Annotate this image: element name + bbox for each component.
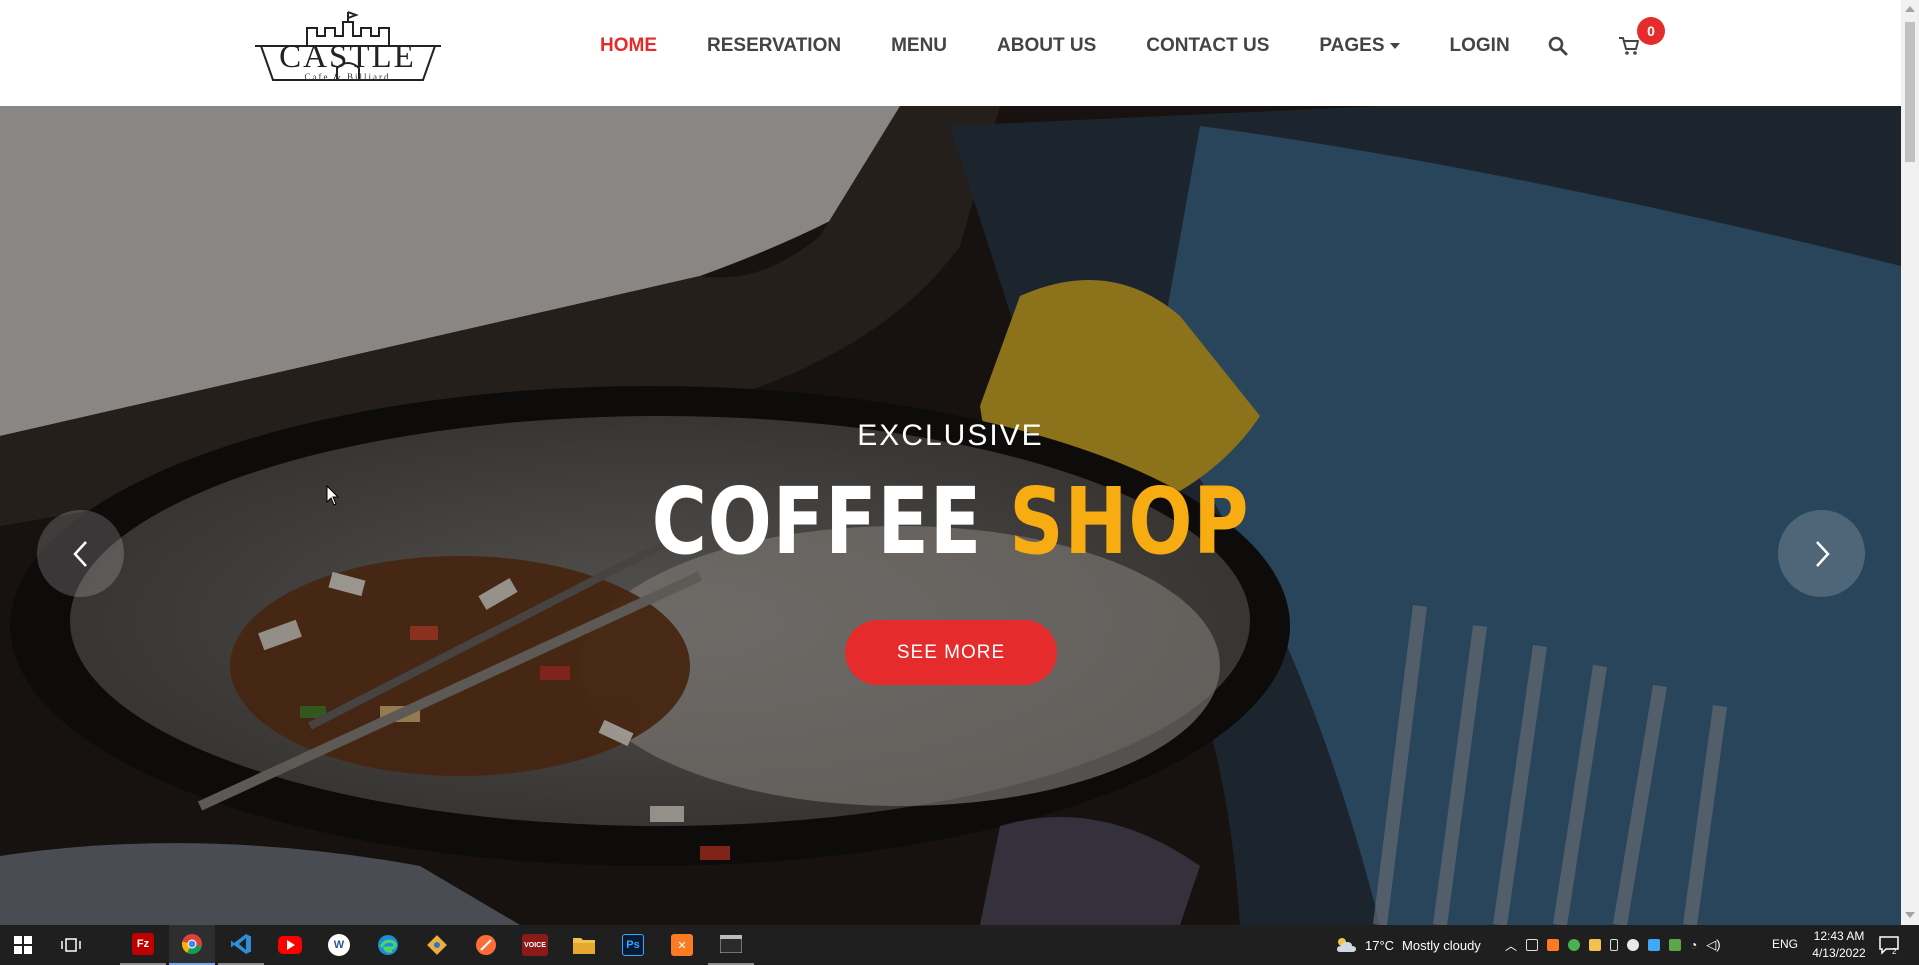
windows-taskbar: Fz W VOICE Ps ✕ 17°C Mostly cloudy ︿ ◔ ◁…: [0, 925, 1919, 965]
nav-reservation-label: RESERVATION: [707, 35, 842, 56]
vscode-icon: [231, 934, 251, 954]
cloudy-weather-icon: [1337, 938, 1356, 952]
clock-date: 4/13/2022: [1812, 946, 1866, 960]
taskbar-voicemeeter[interactable]: VOICE: [512, 925, 558, 965]
main-nav: HOME RESERVATION MENU ABOUT US CONTACT U…: [600, 30, 1560, 62]
taskbar-filezilla[interactable]: Fz: [120, 925, 166, 965]
scroll-down-arrow-icon[interactable]: [1905, 912, 1915, 918]
see-more-button[interactable]: SEE MORE: [845, 620, 1057, 685]
hero-carousel: EXCLUSIVE COFFEE SHOP SEE MORE: [0, 106, 1901, 925]
nav-contact-us[interactable]: CONTACT US: [1146, 35, 1269, 57]
tray-defender-icon[interactable]: [1648, 939, 1661, 951]
nav-contact-us-label: CONTACT US: [1146, 35, 1270, 56]
scrollbar-thumb[interactable]: [1905, 22, 1915, 162]
wifi-icon[interactable]: ◔: [1690, 938, 1697, 952]
start-icon: [14, 936, 32, 954]
tray-sync-icon[interactable]: [1568, 939, 1581, 951]
tray-nvidia-icon[interactable]: [1669, 939, 1682, 951]
logo-title: CASTLE: [279, 38, 416, 75]
tray-usb-icon[interactable]: [1610, 939, 1619, 951]
taskbar-postman[interactable]: [463, 925, 509, 965]
nav-login-label: LOGIN: [1449, 35, 1510, 56]
taskbar-clock[interactable]: 12:43 AM 4/13/2022: [1806, 928, 1872, 962]
scroll-up-arrow-icon[interactable]: [1905, 6, 1915, 12]
taskbar-git[interactable]: [414, 925, 460, 965]
page-scrollbar[interactable]: [1901, 0, 1919, 925]
site-header: CASTLE Cafe & Billiard HOME RESERVATION …: [0, 0, 1901, 106]
tray-app-icon[interactable]: [1526, 939, 1539, 951]
show-hidden-icons-chevron-icon[interactable]: ︿: [1505, 937, 1517, 954]
carousel-prev-button[interactable]: [37, 510, 124, 597]
postman-icon: [476, 935, 496, 955]
chrome-icon: [182, 934, 202, 954]
voicemeeter-icon: VOICE: [522, 934, 548, 956]
nav-pages-label: PAGES: [1319, 35, 1385, 56]
taskbar-vscode[interactable]: [218, 925, 264, 965]
notification-center-button[interactable]: 2: [1878, 934, 1900, 959]
cart-button[interactable]: [1618, 36, 1640, 61]
tray-xampp-icon[interactable]: [1547, 939, 1560, 951]
nav-about-us[interactable]: ABOUT US: [997, 35, 1096, 57]
chevron-left-icon: [72, 540, 87, 567]
nav-menu-label: MENU: [891, 35, 948, 56]
terminal-icon: [720, 935, 742, 953]
nav-pages-dropdown[interactable]: PAGES: [1319, 35, 1400, 57]
taskbar-youtube[interactable]: [267, 925, 313, 965]
input-language[interactable]: ENG: [1772, 937, 1798, 951]
taskbar-file-explorer[interactable]: [561, 925, 607, 965]
taskbar-xampp[interactable]: ✕: [659, 925, 705, 965]
caret-down-icon: [1389, 43, 1400, 49]
weather-desc: Mostly cloudy: [1402, 937, 1481, 953]
search-icon: [1548, 36, 1568, 56]
taskbar-edge[interactable]: [365, 925, 411, 965]
task-view-button[interactable]: [48, 925, 94, 965]
clock-time: 12:43 AM: [1813, 929, 1865, 943]
chevron-right-icon: [1815, 540, 1830, 567]
nav-about-us-label: ABOUT US: [997, 35, 1097, 56]
nav-menu[interactable]: MENU: [891, 35, 947, 57]
hero-title-primary: COFFEE: [651, 468, 983, 575]
volume-icon[interactable]: ◁): [1706, 937, 1720, 953]
carousel-next-button[interactable]: [1778, 510, 1865, 597]
edge-icon: [378, 935, 398, 955]
task-view-icon: [61, 938, 81, 952]
start-button[interactable]: [0, 925, 46, 965]
xampp-icon: ✕: [671, 934, 693, 956]
notification-icon: 2: [1879, 936, 1899, 956]
cart-count-badge: 0: [1637, 17, 1665, 45]
photoshop-icon: Ps: [622, 934, 644, 956]
taskbar-terminal[interactable]: [708, 925, 754, 965]
mouse-cursor-icon: [326, 485, 340, 506]
youtube-icon: [278, 936, 302, 954]
search-button[interactable]: [1548, 36, 1568, 61]
hero-title: COFFEE SHOP: [171, 476, 1730, 568]
taskbar-chrome[interactable]: [169, 925, 215, 965]
logo-subtitle: Cafe & Billiard: [304, 71, 391, 82]
tray-chrome-icon[interactable]: [1627, 939, 1640, 951]
nav-home-label: HOME: [600, 35, 657, 56]
hero-eyebrow: EXCLUSIVE: [857, 419, 1044, 452]
weather-widget[interactable]: 17°C Mostly cloudy: [1335, 925, 1481, 965]
system-tray: ︿ ◔ ◁): [1505, 925, 1721, 965]
taskbar-word[interactable]: W: [316, 925, 362, 965]
nav-reservation[interactable]: RESERVATION: [707, 35, 841, 57]
file-explorer-icon: [573, 938, 595, 954]
hero-title-accent: SHOP: [1009, 468, 1250, 575]
filezilla-icon: Fz: [132, 933, 154, 955]
taskbar-photoshop[interactable]: Ps: [610, 925, 656, 965]
cart-icon: [1619, 37, 1639, 55]
tray-alert-icon[interactable]: [1589, 939, 1602, 951]
git-icon: [427, 935, 447, 955]
nav-home[interactable]: HOME: [600, 35, 657, 57]
word-icon: W: [328, 934, 350, 956]
nav-login[interactable]: LOGIN: [1450, 35, 1510, 57]
notification-count: 2: [1892, 947, 1897, 956]
weather-temp: 17°C: [1365, 937, 1395, 953]
castle-logo[interactable]: CASTLE Cafe & Billiard: [245, 6, 450, 92]
